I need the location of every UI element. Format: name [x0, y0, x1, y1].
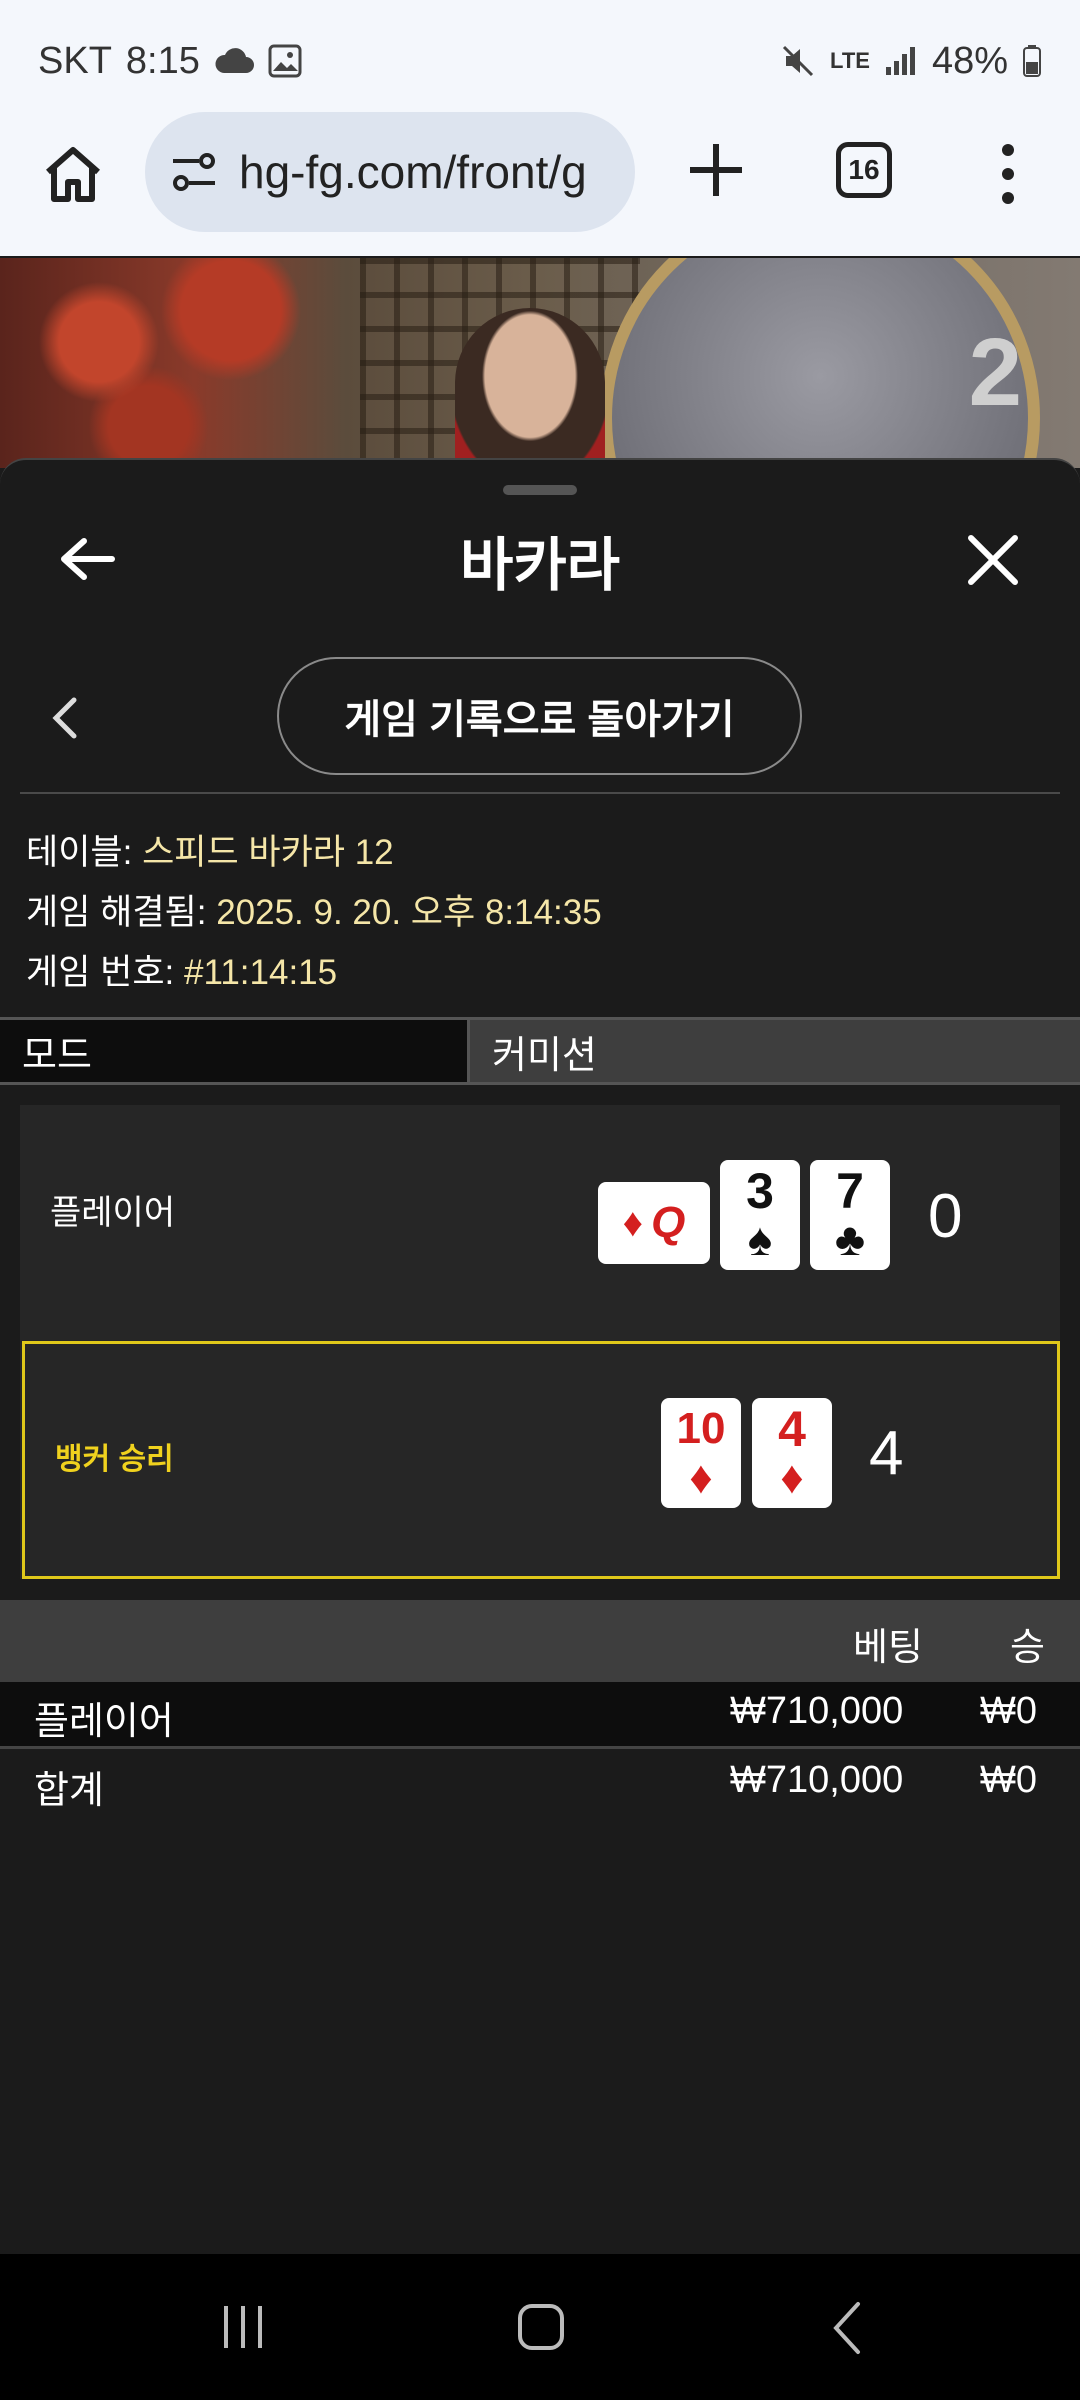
card-suit: ♦	[780, 1451, 804, 1503]
system-nav-bar	[0, 2254, 1080, 2400]
player-result-row: 플레이어 ♦ Q 3 ♠ 7 ♣ 0	[20, 1105, 1060, 1341]
bet-name: 플레이어	[34, 1701, 174, 1743]
mode-row: 모드 커미션	[0, 1017, 1080, 1085]
new-tab-icon[interactable]	[680, 134, 752, 206]
bet-table-header: 베팅 승	[0, 1600, 1080, 1682]
home-icon[interactable]	[40, 142, 106, 208]
battery-icon	[1023, 45, 1041, 77]
info-resolved-label: 게임 해결됨:	[26, 893, 207, 932]
win-column-header: 승	[1010, 1627, 1045, 1669]
live-video-preview: 2	[0, 258, 1080, 468]
status-bar: SKT 8:15 LTE 48%	[0, 0, 1080, 122]
carrier-label: SKT	[38, 39, 112, 82]
mute-icon	[782, 45, 814, 77]
cloud-icon	[215, 48, 254, 73]
result-panel: 플레이어 ♦ Q 3 ♠ 7 ♣ 0 뱅커 승리 10 ♦ 4 ♦ 4	[20, 1105, 1060, 1579]
decor-leaves	[0, 258, 330, 468]
bet-amount: ₩710,000	[730, 1690, 904, 1732]
game-detail-sheet: 바카라 게임 기록으로 돌아가기 테이블: 스피드 바카라 12 게임 해결됨:…	[0, 458, 1080, 2258]
side-card-rank: Q	[651, 1198, 686, 1247]
total-row: 합계 ₩710,000 ₩0	[0, 1746, 1080, 1812]
network-type: LTE	[830, 48, 870, 73]
card-rank: 10	[676, 1404, 726, 1453]
back-nav-icon[interactable]	[830, 2300, 864, 2356]
chevron-left-icon[interactable]	[50, 696, 78, 740]
tab-switcher-button[interactable]: 16	[836, 142, 892, 198]
site-settings-icon[interactable]	[169, 149, 219, 195]
info-table-label: 테이블:	[26, 833, 133, 872]
url-bar[interactable]: hg-fg.com/front/g	[145, 112, 635, 232]
info-resolved: 게임 해결됨: 2025. 9. 20. 오후 8:14:35	[26, 884, 602, 935]
back-to-history-label: 게임 기록으로 돌아가기	[344, 698, 735, 742]
url-text: hg-fg.com/front/g	[239, 146, 587, 198]
player-side-card: ♦ Q	[598, 1182, 710, 1264]
sheet-drag-handle[interactable]	[503, 485, 577, 495]
back-to-history-button[interactable]: 게임 기록으로 돌아가기	[277, 657, 802, 775]
info-game-number-label: 게임 번호:	[26, 953, 175, 992]
mode-value: 커미션	[470, 1020, 1080, 1082]
banker-card-1: 10 ♦	[661, 1398, 741, 1508]
card-rank: 3	[746, 1163, 774, 1219]
card-suit: ♦	[689, 1451, 713, 1503]
info-game-number: 게임 번호: #11:14:15	[26, 944, 337, 995]
banker-result-row: 뱅커 승리 10 ♦ 4 ♦ 4	[22, 1341, 1060, 1579]
table-row: 플레이어 ₩710,000 ₩0	[0, 1682, 1080, 1746]
card-suit: ♠	[747, 1213, 773, 1265]
info-game-number-value: #11:14:15	[183, 953, 338, 992]
player-score: 0	[928, 1182, 963, 1251]
card-rank: 7	[836, 1163, 864, 1219]
side-card-suit: ♦	[622, 1200, 644, 1245]
card-rank: 4	[778, 1401, 806, 1457]
table-number-overlay: 2	[968, 319, 1022, 426]
divider	[20, 792, 1060, 794]
recents-icon[interactable]	[220, 2304, 266, 2350]
banker-win-label: 뱅커 승리	[55, 1443, 174, 1476]
player-card-1: 3 ♠	[720, 1160, 800, 1270]
image-icon	[268, 44, 302, 78]
home-nav-icon[interactable]	[516, 2302, 566, 2352]
mode-label: 모드	[0, 1020, 470, 1082]
card-suit: ♣	[834, 1213, 866, 1265]
total-win-amount: ₩0	[980, 1759, 1037, 1801]
banker-card-2: 4 ♦	[752, 1398, 832, 1508]
info-resolved-value: 2025. 9. 20. 오후 8:14:35	[216, 893, 602, 932]
total-label: 합계	[34, 1770, 104, 1812]
info-table-value: 스피드 바카라 12	[142, 833, 394, 872]
info-table: 테이블: 스피드 바카라 12	[26, 824, 394, 875]
bet-column-header: 베팅	[853, 1627, 923, 1669]
more-menu-icon[interactable]	[990, 138, 1026, 210]
battery-percent: 48%	[931, 39, 1008, 82]
dealer-image	[455, 308, 605, 468]
close-icon[interactable]	[965, 532, 1021, 588]
signal-icon	[885, 47, 915, 75]
banker-score: 4	[869, 1419, 904, 1488]
browser-toolbar: hg-fg.com/front/g 16	[0, 112, 1080, 256]
tab-count: 16	[848, 154, 880, 185]
page-title: 바카라	[459, 533, 621, 598]
player-label: 플레이어	[50, 1194, 176, 1232]
win-amount: ₩0	[980, 1690, 1037, 1732]
player-card-2: 7 ♣	[810, 1160, 890, 1270]
clock: 8:15	[125, 39, 200, 82]
total-bet-amount: ₩710,000	[730, 1759, 904, 1801]
